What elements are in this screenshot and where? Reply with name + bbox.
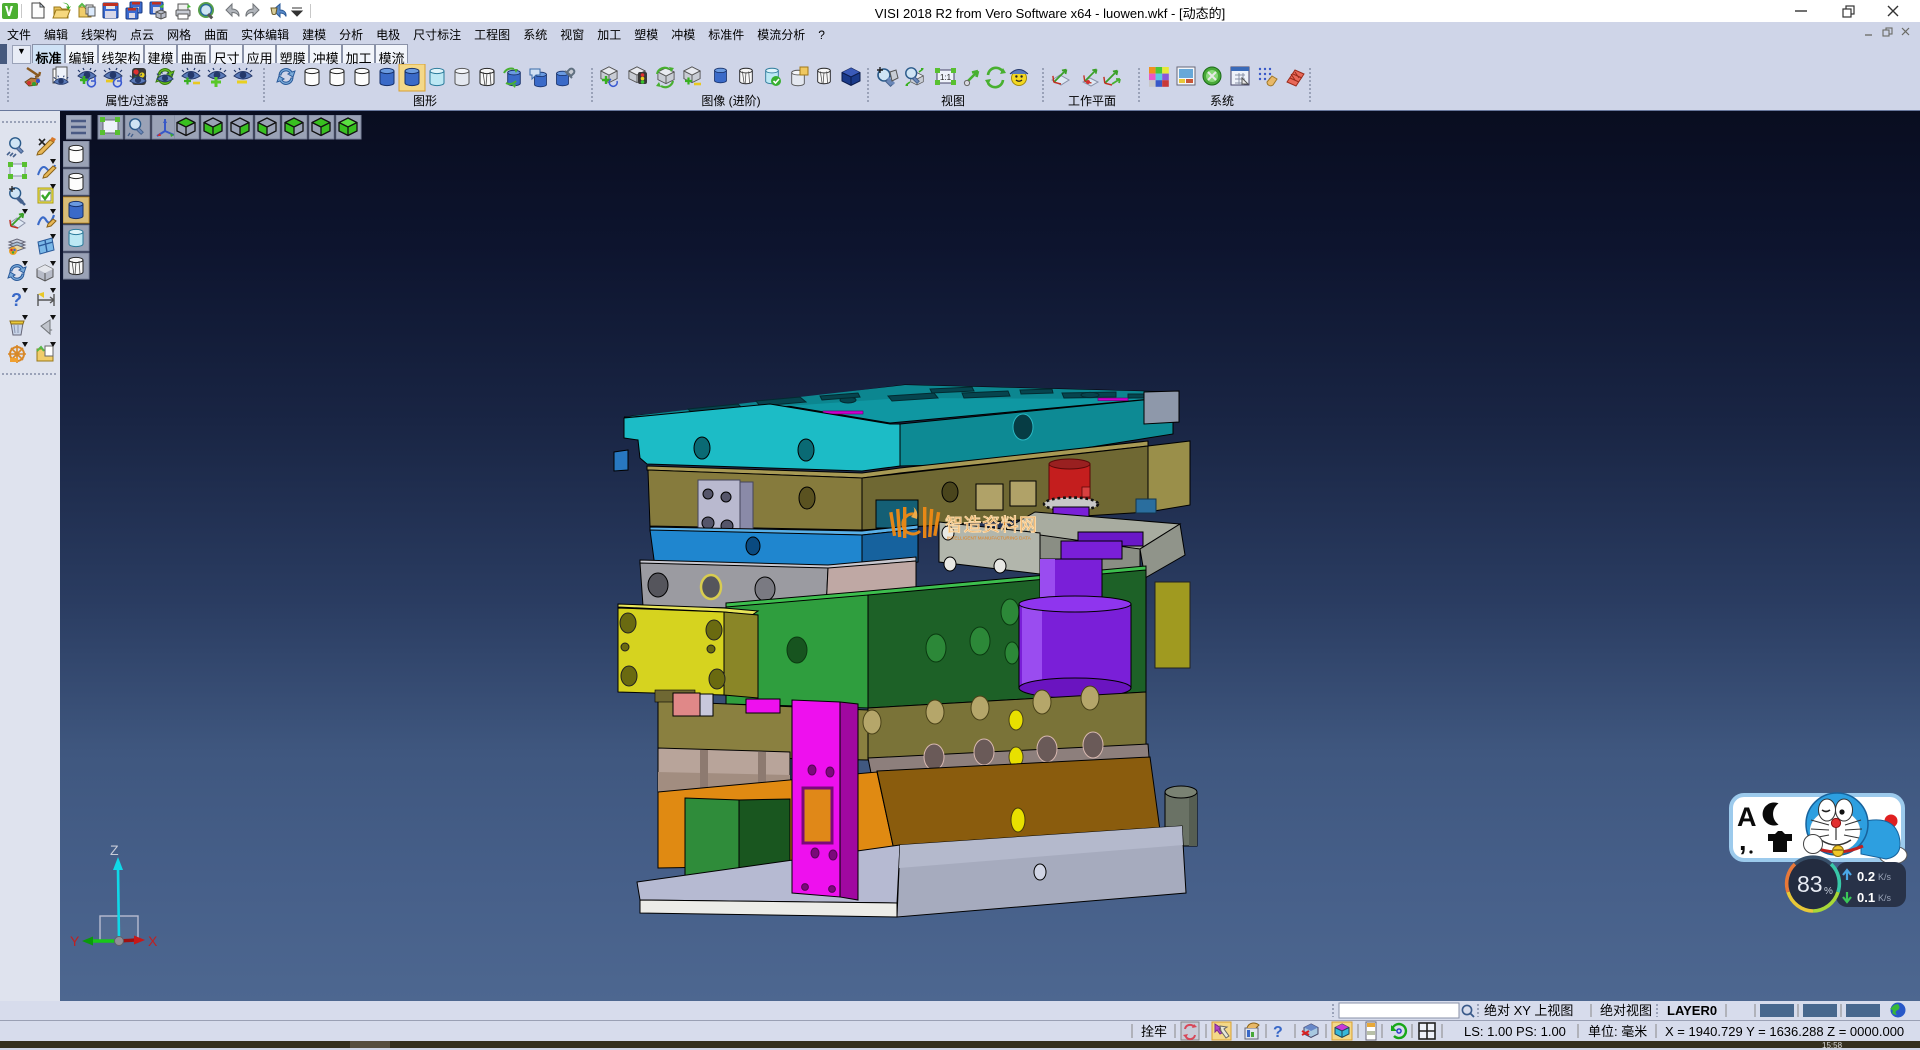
svg-text:83: 83 xyxy=(1797,871,1823,897)
svg-text:系统: 系统 xyxy=(1210,94,1234,108)
svg-text:?: ? xyxy=(1273,1024,1283,1041)
svg-text:LAYER0: LAYER0 xyxy=(1667,1003,1717,1018)
svg-text:0.2: 0.2 xyxy=(1857,869,1875,884)
svg-text:单位: 毫米: 单位: 毫米 xyxy=(1588,1024,1647,1039)
svg-text:?: ? xyxy=(11,290,22,310)
svg-text:,: , xyxy=(1739,826,1747,856)
svg-text:INTELLIGENT MANUFACTURING DATA: INTELLIGENT MANUFACTURING DATA xyxy=(947,536,1032,541)
svg-text:视图: 视图 xyxy=(941,93,965,108)
svg-text:K/s: K/s xyxy=(1878,872,1892,882)
svg-text:X: X xyxy=(148,933,158,949)
svg-text:属性/过滤器: 属性/过滤器 xyxy=(105,94,168,108)
svg-text:图形: 图形 xyxy=(413,94,437,108)
svg-text:LS: 1.00 PS: 1.00: LS: 1.00 PS: 1.00 xyxy=(1464,1024,1566,1039)
svg-text:拴牢: 拴牢 xyxy=(1141,1024,1167,1039)
svg-text:绝对 XY 上视图: 绝对 XY 上视图 xyxy=(1484,1003,1573,1018)
svg-text:Z: Z xyxy=(110,842,119,858)
svg-text:图像 (进阶): 图像 (进阶) xyxy=(701,94,760,108)
svg-text:0.1: 0.1 xyxy=(1857,890,1875,905)
svg-text:K/s: K/s xyxy=(1878,893,1892,903)
svg-text:Y: Y xyxy=(70,933,80,949)
svg-text:%: % xyxy=(1824,886,1833,897)
svg-text:绝对视图: 绝对视图 xyxy=(1600,1003,1652,1018)
svg-text:智造资料网: 智造资料网 xyxy=(945,514,1038,535)
svg-text:X = 1940.729 Y = 1636.288 Z =: X = 1940.729 Y = 1636.288 Z = 0000.000 xyxy=(1665,1024,1904,1039)
svg-text:1:1: 1:1 xyxy=(940,73,952,82)
svg-text:工作平面: 工作平面 xyxy=(1068,94,1116,108)
